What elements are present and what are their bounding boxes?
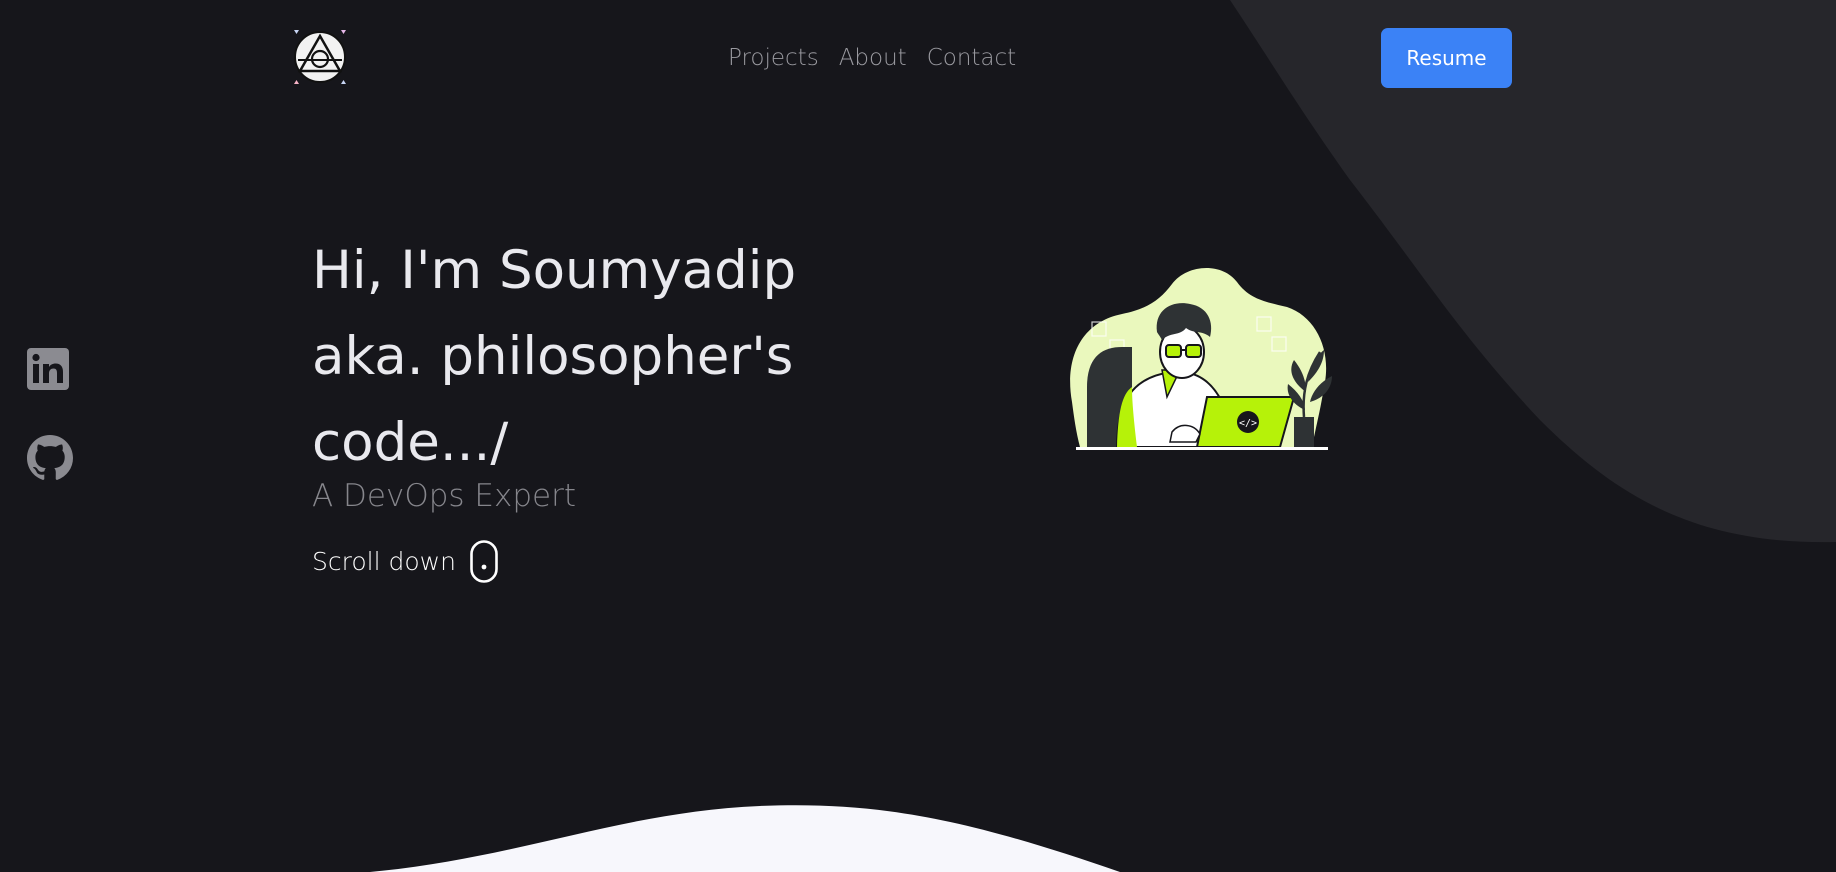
github-link[interactable] <box>27 435 73 481</box>
linkedin-icon <box>27 348 69 390</box>
hero-title-line: aka. philosopher's <box>312 326 794 387</box>
mouse-icon <box>470 540 498 583</box>
background-waves <box>370 0 1836 872</box>
philosopher-stone-logo-icon <box>294 30 346 84</box>
scroll-down-label: Scroll down <box>312 547 456 576</box>
linkedin-link[interactable] <box>27 348 69 390</box>
bottom-wave <box>370 805 1120 872</box>
hero-subtitle: A DevOps Expert <box>312 478 577 514</box>
scroll-down-link[interactable]: Scroll down <box>312 540 872 583</box>
svg-text:</>: </> <box>1239 418 1257 429</box>
hero-title-line: Hi, I'm Soumyadip <box>312 240 797 301</box>
nav-projects[interactable]: Projects <box>728 40 819 76</box>
github-icon <box>27 435 73 480</box>
main-nav: Projects About Contact <box>728 40 1016 76</box>
nav-contact[interactable]: Contact <box>927 40 1016 76</box>
logo[interactable] <box>290 27 350 87</box>
resume-button[interactable]: Resume <box>1381 28 1512 88</box>
page: Projects About Contact Resume Hi, I'm So… <box>0 0 1836 872</box>
hero-title: Hi, I'm Soumyadip aka. philosopher's cod… <box>312 228 872 486</box>
developer-at-laptop-illustration: </> <box>1070 267 1332 450</box>
hero-section: Hi, I'm Soumyadip aka. philosopher's cod… <box>312 228 872 583</box>
nav-about[interactable]: About <box>839 40 907 76</box>
